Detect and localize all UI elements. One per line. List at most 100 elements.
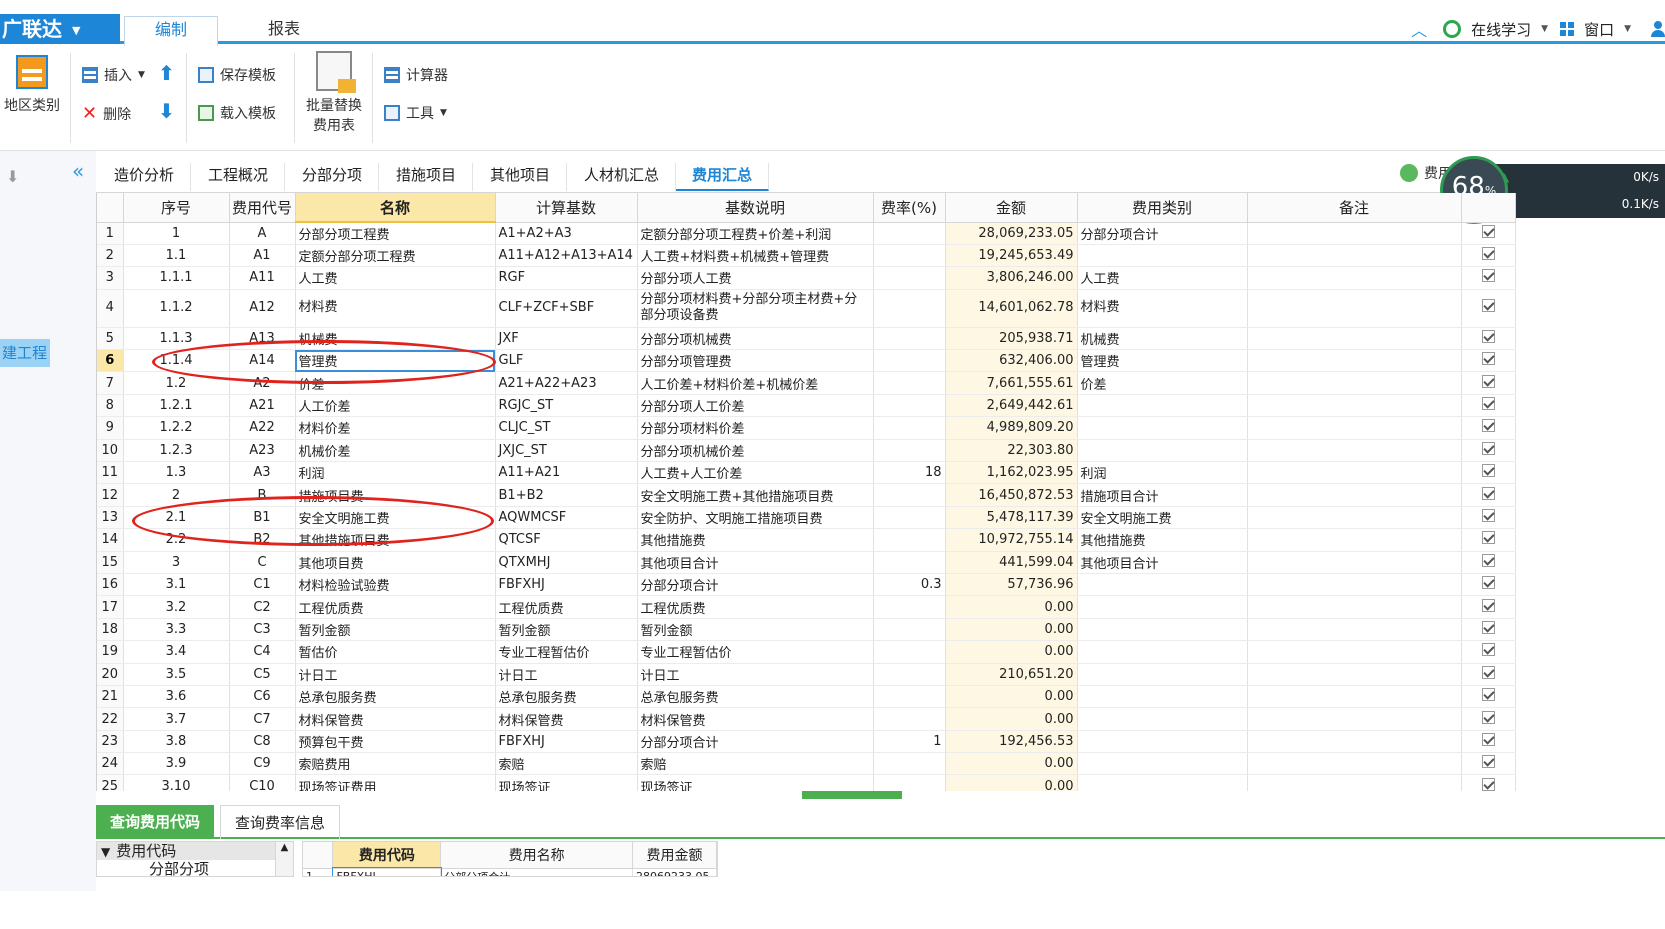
cell-name[interactable]: 人工费 [295,266,496,290]
caret-down-icon[interactable]: ▼ [1624,24,1631,34]
checkbox-checked-icon[interactable] [1481,419,1495,433]
cell-fee-code[interactable]: C2 [229,595,296,619]
cell-fee-code[interactable]: C4 [229,640,296,664]
cell-name[interactable]: 暂估价 [295,640,496,664]
cell-rate[interactable] [873,707,946,731]
cell-rate[interactable]: 1 [873,730,946,754]
cell-fee-code[interactable]: A23 [229,439,296,463]
cell-remark[interactable] [1247,551,1462,574]
cell-amount[interactable]: 0.00 [945,640,1078,664]
table-row[interactable]: 7 1.2 A2 价差 A21+A22+A23 人工价差+材料价差+机械价差 7,661,5… [97,371,1516,395]
table-row[interactable]: 4 1.1.2 A12 材料费 CLF+ZCF+SBF 分部分项材料费+分部分项主材费+分… [97,289,1516,328]
cell-rate[interactable] [873,551,946,574]
cell-amount[interactable]: 441,599.04 [945,551,1078,574]
cell-fee-code[interactable]: A [229,222,296,245]
cell-amount[interactable]: 0.00 [945,774,1078,791]
cell-rate[interactable] [873,506,946,530]
tab-query-fee-code[interactable]: 查询费用代码 [96,805,215,839]
cell-remark[interactable] [1247,685,1462,709]
cell-calc-base[interactable]: 索赔 [495,752,638,776]
cell-name[interactable]: 机械价差 [295,439,496,463]
table-row[interactable]: 18 3.3 C3 暂列金额 暂列金额 暂列金额 0.00 [97,618,1516,642]
cell-name[interactable]: 安全文明施工费 [295,506,496,530]
cell-rate[interactable] [873,371,946,395]
checkbox-checked-icon[interactable] [1481,531,1495,545]
cell-remark[interactable] [1247,416,1462,440]
cell-amount[interactable]: 0.00 [945,752,1078,776]
cell-base-desc[interactable]: 分部分项管理费 [637,349,874,373]
cell-seq[interactable]: 1.1.2 [123,289,230,328]
cell-remark[interactable] [1247,371,1462,395]
cell-fee-category[interactable] [1077,640,1248,664]
checkbox-checked-icon[interactable] [1481,299,1495,313]
checkbox-checked-icon[interactable] [1481,224,1495,238]
cell-fee-code[interactable]: A14 [229,349,296,373]
cell-rate[interactable] [873,349,946,373]
cell-name[interactable]: 材料检验试验费 [295,573,496,597]
cell-fee-code[interactable]: C3 [229,618,296,642]
table-row[interactable]: 8 1.2.1 A21 人工价差 RGJC_ST 分部分项人工价差 2,649,442.61 [97,394,1516,418]
cell-amount[interactable]: 16,450,872.53 [945,483,1078,507]
cell-seq[interactable]: 2.1 [123,506,230,530]
cell-output-checkbox[interactable] [1461,595,1516,619]
cell-base-desc[interactable]: 分部分项合计 [637,730,874,754]
cell-rate[interactable] [873,439,946,463]
cell-rate[interactable] [873,774,946,791]
cell-fee-code[interactable]: C7 [229,707,296,731]
cell-output-checkbox[interactable] [1461,461,1516,485]
cell-name[interactable]: 管理费 [295,349,496,373]
cell-remark[interactable] [1247,506,1462,530]
table-row[interactable]: 25 3.10 C10 现场签证费用 现场签证 现场签证 0.00 [97,774,1516,791]
cell-fee-category[interactable]: 措施项目合计 [1077,483,1248,507]
checkbox-checked-icon[interactable] [1481,777,1495,791]
cell-fee-code[interactable]: A13 [229,327,296,351]
cell-base-desc[interactable]: 暂列金额 [637,618,874,642]
cell-amount[interactable]: 0.00 [945,707,1078,731]
cell-remark[interactable] [1247,461,1462,485]
cell-fee-code[interactable]: A1 [229,244,296,268]
tab-project-overview[interactable]: 工程概况 [192,163,286,191]
cell-name[interactable]: 暂列金额 [295,618,496,642]
cell-output-checkbox[interactable] [1461,528,1516,552]
sub-header-fee-amount[interactable]: 费用金额 [632,842,717,869]
cell-remark[interactable] [1247,595,1462,619]
cell-calc-base[interactable]: QTXMHJ [495,551,638,574]
cell-base-desc[interactable]: 分部分项合计 [637,573,874,597]
cell-remark[interactable] [1247,573,1462,597]
cell-seq[interactable]: 3 [123,551,230,574]
cell-output-checkbox[interactable] [1461,640,1516,664]
checkbox-checked-icon[interactable] [1481,269,1495,283]
cell-base-desc[interactable]: 分部分项人工价差 [637,394,874,418]
cell-name[interactable]: 机械费 [295,327,496,351]
cell-fee-code[interactable]: A22 [229,416,296,440]
cell-fee-code[interactable]: A11 [229,266,296,290]
cell-calc-base[interactable]: AQWMCSF [495,506,638,530]
cell-seq[interactable]: 1.2.3 [123,439,230,463]
cell-fee-code[interactable]: B1 [229,506,296,530]
cell-base-desc[interactable]: 定额分部分项工程费+价差+利润 [637,222,874,245]
table-row[interactable]: 21 3.6 C6 总承包服务费 总承包服务费 总承包服务费 0.00 [97,685,1516,709]
cell-amount[interactable]: 22,303.80 [945,439,1078,463]
cell-calc-base[interactable]: CLJC_ST [495,416,638,440]
cell-remark[interactable] [1247,222,1462,245]
header-remark[interactable]: 备注 [1247,193,1462,223]
cell-amount[interactable]: 28,069,233.05 [945,222,1078,245]
menu-tab-report[interactable]: 报表 [238,16,330,44]
cell-remark[interactable] [1247,640,1462,664]
table-row[interactable]: 14 2.2 B2 其他措施项目费 QTCSF 其他措施费 10,972,755.14 其他措… [97,528,1516,552]
cell-fee-category[interactable] [1077,752,1248,776]
cell-seq[interactable]: 3.9 [123,752,230,776]
cell-base-desc[interactable]: 分部分项材料费+分部分项主材费+分部分项设备费 [637,289,874,328]
cell-name[interactable]: 其他措施项目费 [295,528,496,552]
cell-calc-base[interactable]: 工程优质费 [495,595,638,619]
cell-base-desc[interactable]: 人工费+材料费+机械费+管理费 [637,244,874,268]
cell-calc-base[interactable]: 计日工 [495,663,638,686]
tab-sub-items[interactable]: 分部分项 [286,163,380,191]
cell-base-desc[interactable]: 安全文明施工费+其他措施项目费 [637,483,874,507]
cell-amount[interactable]: 632,406.00 [945,349,1078,373]
cell-amount[interactable]: 3,806,246.00 [945,266,1078,290]
cell-base-desc[interactable]: 其他措施费 [637,528,874,552]
header-calc-base[interactable]: 计算基数 [495,193,638,223]
cell-seq[interactable]: 3.6 [123,685,230,709]
tab-measures[interactable]: 措施项目 [380,163,474,191]
